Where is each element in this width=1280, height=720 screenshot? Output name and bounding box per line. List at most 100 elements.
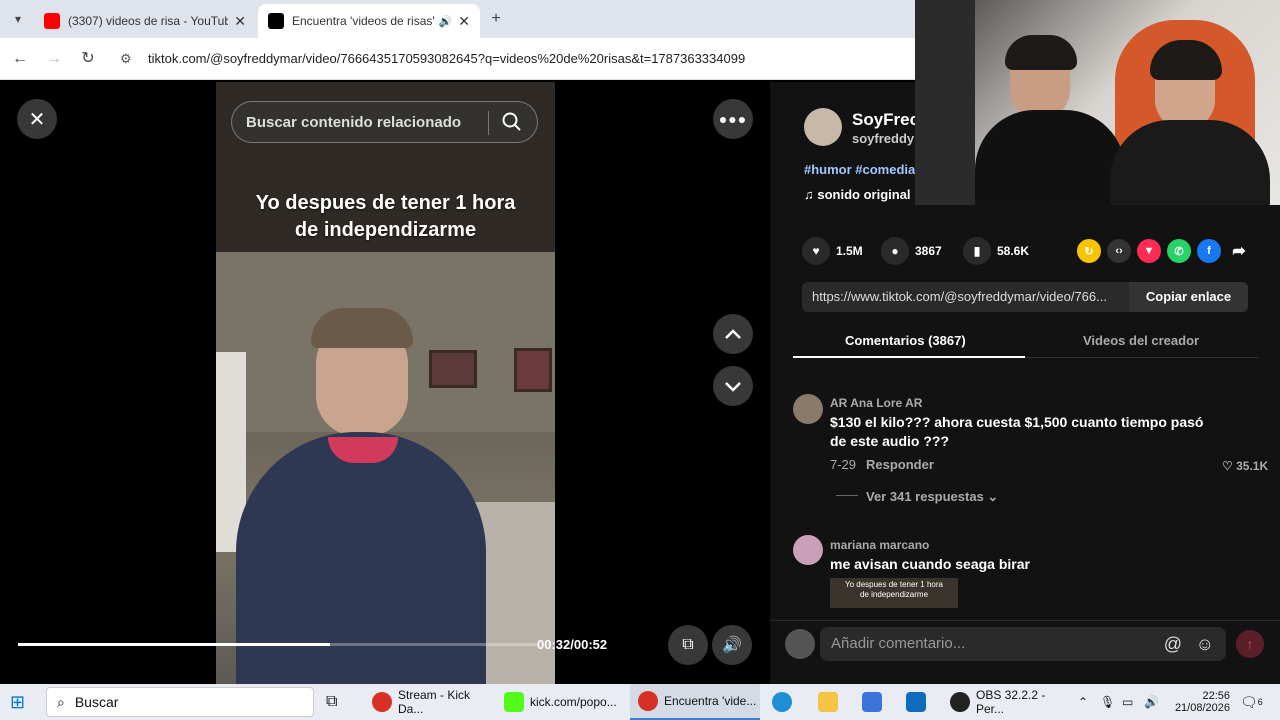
comment-stat[interactable]: ● 3867 xyxy=(881,237,942,265)
url-field[interactable]: ⚙ tiktok.com/@soyfreddymar/video/7666435… xyxy=(112,44,907,74)
creator-name[interactable]: SoyFrec xyxy=(852,110,919,130)
comment-text: me avisan cuando seaga birar xyxy=(830,556,1030,572)
like-count: 1.5M xyxy=(836,244,863,258)
repost-icon[interactable]: ↻ xyxy=(1077,239,1101,263)
close-tab-icon[interactable]: ✕ xyxy=(234,13,246,30)
close-icon: ✕ xyxy=(28,108,46,131)
search-placeholder: Buscar contenido relacionado xyxy=(246,113,462,131)
tab-comments[interactable]: Comentarios (3867) xyxy=(845,333,966,348)
url-text: tiktok.com/@soyfreddymar/video/766643517… xyxy=(148,51,746,66)
outlook-icon[interactable] xyxy=(906,684,930,720)
person-left-shirt xyxy=(975,110,1125,205)
whatsapp-icon[interactable]: ✆ xyxy=(1167,239,1191,263)
reload-icon[interactable]: ↻ xyxy=(76,47,100,71)
video-time: 00:32/00:52 xyxy=(537,637,608,652)
file-explorer-icon[interactable] xyxy=(818,684,842,720)
bookmark-icon[interactable]: ▮ xyxy=(963,237,991,265)
network-icon[interactable]: ▭ xyxy=(1122,684,1138,720)
site-info-icon[interactable]: ⚙ xyxy=(120,44,132,74)
picture-in-picture-button[interactable]: ⧉ xyxy=(668,625,708,665)
video-progress-bar[interactable] xyxy=(18,643,538,646)
browser-tab-bar: ▾ (3307) videos de risa - YouTube ✕ Encu… xyxy=(0,0,915,38)
clock[interactable]: 22:56 21/08/2026 xyxy=(1172,684,1230,720)
thumbnail-caption: Yo despues de tener 1 hora xyxy=(844,580,943,589)
previous-video-button[interactable] xyxy=(713,314,753,354)
emoji-icon[interactable]: ☺ xyxy=(1196,627,1214,661)
tab-search-chevron-icon[interactable]: ▾ xyxy=(6,7,30,31)
taskbar-app-chrome-tiktok[interactable]: Encuentra 'vide... xyxy=(630,684,760,720)
next-video-button[interactable] xyxy=(713,366,753,406)
comment-date: 7-29 xyxy=(830,457,857,472)
view-replies-button[interactable]: Ver 341 respuestas ⌄ xyxy=(866,489,998,505)
windows-taskbar: ⊞ ⌕ Buscar ⧉ Stream - Kick Da... kick.co… xyxy=(0,684,1280,720)
volume-button[interactable]: 🔊 xyxy=(712,625,752,665)
volume-icon[interactable]: 🔊 xyxy=(1144,684,1160,720)
divider xyxy=(488,111,489,135)
microsoft-store-icon[interactable] xyxy=(862,684,886,720)
speaker-icon[interactable]: 🔊 xyxy=(439,15,453,28)
taskbar-app-chrome-stream[interactable]: Stream - Kick Da... xyxy=(368,684,490,720)
reply-button[interactable]: Responder xyxy=(866,457,934,472)
divider xyxy=(836,495,858,496)
send-to-friend-icon[interactable]: ▼ xyxy=(1137,239,1161,263)
post-comment-button[interactable]: ↑ xyxy=(1236,630,1264,658)
browser-tab-tiktok[interactable]: Encuentra 'videos de risas' e 🔊 ✕ xyxy=(258,4,480,38)
comment-input[interactable]: Añadir comentario... @ ☺ xyxy=(820,627,1226,661)
person-hair xyxy=(311,308,413,348)
embed-icon[interactable]: ‹› xyxy=(1107,239,1131,263)
windows-start-icon[interactable]: ⊞ xyxy=(10,684,36,720)
thumbnail-caption: de independizarme xyxy=(859,590,929,599)
user-avatar[interactable] xyxy=(785,629,815,659)
comment-like-count: 35.1K xyxy=(1236,459,1269,473)
microphone-icon[interactable]: 🎙 xyxy=(1100,684,1116,720)
youtube-icon xyxy=(44,13,60,29)
heart-icon[interactable]: ♥ xyxy=(802,237,830,265)
chevron-up-icon xyxy=(725,329,741,339)
notifications-icon[interactable]: 🗨 6 xyxy=(1240,684,1264,720)
new-tab-button[interactable]: + xyxy=(484,7,508,31)
copy-link-button[interactable]: Copiar enlace xyxy=(1129,282,1248,312)
forward-icon[interactable]: → xyxy=(42,47,66,71)
back-icon[interactable]: ← xyxy=(8,47,32,71)
webcam-overlay xyxy=(915,0,1280,205)
mention-icon[interactable]: @ xyxy=(1164,627,1182,661)
address-bar-row: ← → ↻ ⚙ tiktok.com/@soyfreddymar/video/7… xyxy=(0,38,915,80)
more-options-button[interactable]: ●●● xyxy=(713,99,753,139)
more-icon: ●●● xyxy=(718,111,748,127)
video-hashtags[interactable]: #humor #comedia xyxy=(804,162,915,177)
avatar[interactable] xyxy=(793,394,823,424)
video-sound[interactable]: ♫ sonido original xyxy=(804,187,911,202)
related-search-input[interactable]: Buscar contenido relacionado xyxy=(231,101,538,143)
comment-author[interactable]: mariana marcano xyxy=(830,538,929,552)
close-tab-icon[interactable]: ✕ xyxy=(458,13,470,30)
edge-icon[interactable] xyxy=(772,684,796,720)
creator-avatar[interactable] xyxy=(804,108,842,146)
save-stat[interactable]: ▮ 58.6K xyxy=(963,237,1029,265)
picture-frame xyxy=(429,350,477,388)
chrome-icon xyxy=(638,691,658,711)
comment-like[interactable]: ♡ 35.1K xyxy=(1222,459,1268,473)
video-player[interactable]: Yo despues de tener 1 hora de independiz… xyxy=(216,82,555,684)
tab-creator-videos[interactable]: Videos del creador xyxy=(1083,333,1199,348)
close-video-button[interactable]: ✕ xyxy=(17,99,57,139)
avatar[interactable] xyxy=(793,535,823,565)
chevron-up-icon[interactable]: ⌃ xyxy=(1078,684,1094,720)
facebook-icon[interactable]: f xyxy=(1197,239,1221,263)
share-arrow-icon[interactable]: ➦ xyxy=(1227,239,1251,263)
task-view-icon[interactable]: ⧉ xyxy=(326,684,348,720)
creator-handle[interactable]: soyfreddy xyxy=(852,131,914,146)
chevron-down-icon: ⌄ xyxy=(983,489,999,504)
search-icon[interactable] xyxy=(501,111,523,137)
comment-image-thumbnail[interactable]: Yo despues de tener 1 hora de independiz… xyxy=(830,578,958,608)
taskbar-search[interactable]: ⌕ Buscar xyxy=(46,687,314,717)
person-hoodie xyxy=(236,432,486,684)
like-stat[interactable]: ♥ 1.5M xyxy=(802,237,863,265)
comment-author[interactable]: AR Ana Lore AR xyxy=(830,396,922,410)
browser-tab-youtube[interactable]: (3307) videos de risa - YouTube ✕ xyxy=(34,4,256,38)
comment-bubble-icon[interactable]: ● xyxy=(881,237,909,265)
taskbar-app-kick[interactable]: kick.com/popo... xyxy=(500,684,622,720)
taskbar-app-obs[interactable]: OBS 32.2.2 - Per... xyxy=(946,684,1070,720)
tab-title: Encuentra 'videos de risas' e xyxy=(292,14,435,28)
person-right-hoodie xyxy=(1110,120,1270,205)
speaker-icon: 🔊 xyxy=(722,637,742,654)
